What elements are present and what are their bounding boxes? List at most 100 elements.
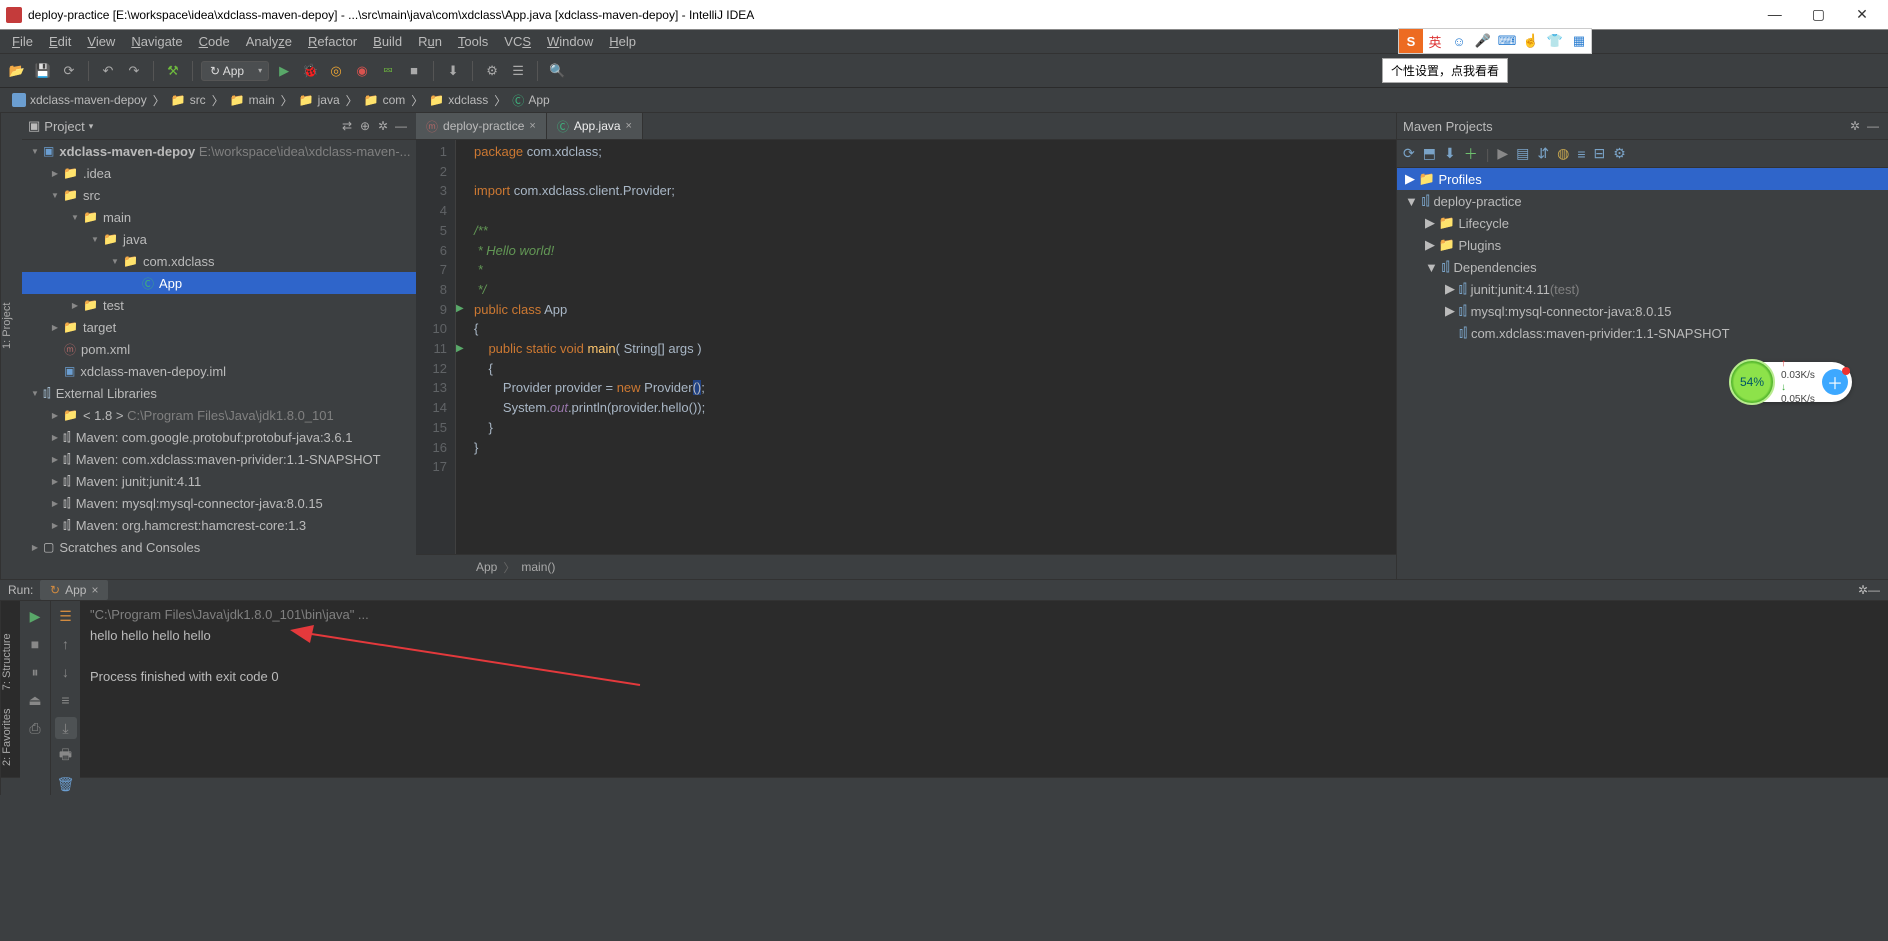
debug-icon[interactable]: 🐞 [299,60,321,82]
ime-hand-icon[interactable]: ☝ [1519,29,1543,53]
run-tab[interactable]: ↻ App × [40,580,108,600]
ime-grid-icon[interactable]: ▦ [1567,29,1591,53]
ime-keyboard-icon[interactable]: ⌨ [1495,29,1519,53]
crumb-com[interactable]: 📁com [358,93,412,107]
ime-lang[interactable]: 英 [1423,29,1447,53]
close-button[interactable]: ✕ [1842,6,1882,23]
pause-icon[interactable]: ⏸ [24,661,46,683]
save-icon[interactable]: 💾 [32,60,54,82]
hide-icon[interactable]: — [1864,117,1882,135]
crumb-src[interactable]: 📁src [165,93,212,107]
tree-m5[interactable]: ▶⫾⫿Maven: org.hamcrest:hamcrest-core:1.3 [22,514,416,536]
close-icon[interactable]: × [529,120,535,132]
code-text[interactable]: package com.xdclass; import com.xdclass.… [456,140,1396,554]
target-icon[interactable]: ⊕ [356,117,374,135]
sdk-icon[interactable]: ☰ [507,60,529,82]
menu-file[interactable]: File [4,34,41,49]
project-tree[interactable]: ▼▣xdclass-maven-depoy E:\workspace\idea\… [22,140,416,579]
tree-iml[interactable]: ▣xdclass-maven-depoy.iml [22,360,416,382]
project-panel-title[interactable]: Project [44,119,84,134]
left-gutter-structure[interactable]: 2: Favorites 7: Structure [0,601,20,795]
crumb-method[interactable]: main() [521,560,555,574]
tree-jdk[interactable]: ▶📁< 1.8 > C:\Program Files\Java\jdk1.8.0… [22,404,416,426]
menu-edit[interactable]: Edit [41,34,79,49]
menu-refactor[interactable]: Refactor [300,34,365,49]
tree-pom[interactable]: ⓜpom.xml [22,338,416,360]
minimize-button[interactable]: — [1755,6,1795,22]
left-gutter-project[interactable]: 1: Project [0,113,22,579]
tree-src[interactable]: ▼📁src [22,184,416,206]
down-arrow-icon[interactable]: ↓ [55,661,77,683]
print-icon[interactable]: 🖶 [55,745,77,767]
profile-icon[interactable]: ◉ [351,60,373,82]
tree-idea[interactable]: ▶📁.idea [22,162,416,184]
tree-scratches[interactable]: ▶▢Scratches and Consoles [22,536,416,558]
close-icon[interactable]: × [91,583,98,597]
tab-app-java[interactable]: ⒸApp.java× [547,113,643,139]
ime-widget[interactable]: S 英 ☺ 🎤 ⌨ ☝ 👕 ▦ [1398,28,1592,54]
ime-face-icon[interactable]: ☺ [1447,29,1471,53]
stop-icon[interactable]: ■ [403,60,425,82]
mvn-d2[interactable]: ▶ ⫾⫿ mysql:mysql-connector-java:8.0.15 [1397,300,1888,322]
generate-icon[interactable]: ⬒ [1423,145,1436,162]
exit-icon[interactable]: ⏏ [24,689,46,711]
gear-icon[interactable]: ✲ [1846,117,1864,135]
run-config-selector[interactable]: ↻ App [201,61,269,81]
up-icon[interactable]: ☰ [55,605,77,627]
menu-vcs[interactable]: VCS [496,34,539,49]
collapse-icon[interactable]: ⇄ [338,117,356,135]
tree-pkg[interactable]: ▼📁com.xdclass [22,250,416,272]
maximize-button[interactable]: ▢ [1798,6,1838,23]
mvn-deps[interactable]: ▼ ⫾⫿ Dependencies [1397,256,1888,278]
redo-icon[interactable]: ↷ [123,60,145,82]
attach-icon[interactable]: ⮹ [377,60,399,82]
close-icon[interactable]: × [626,120,632,132]
search-icon[interactable]: 🔍 [546,60,568,82]
run-icon[interactable]: ▶ [1497,145,1508,162]
menu-code[interactable]: Code [191,34,238,49]
mvn-d1[interactable]: ▶ ⫾⫿ junit:junit:4.11 (test) [1397,278,1888,300]
gauge-add-button[interactable]: ＋ [1822,369,1848,395]
hide-icon[interactable]: — [1868,583,1880,597]
clear-icon[interactable]: 🗑 [55,773,77,795]
structure-icon[interactable]: ⚙ [481,60,503,82]
gear-icon[interactable]: ✲ [1858,583,1868,597]
crumb-class[interactable]: App [476,560,497,574]
hide-icon[interactable]: — [392,117,410,135]
tree-ext-libs[interactable]: ▼⫾⫿External Libraries [22,382,416,404]
menu-build[interactable]: Build [365,34,410,49]
tree-m2[interactable]: ▶⫾⫿Maven: com.xdclass:maven-privider:1.1… [22,448,416,470]
tree-m4[interactable]: ▶⫾⫿Maven: mysql:mysql-connector-java:8.0… [22,492,416,514]
menu-analyze[interactable]: Analyze [238,34,300,49]
network-gauge-widget[interactable]: 54% ↑ 0.03K/s ↓ 0.05K/s ＋ [1732,362,1852,402]
build-icon[interactable]: ⚒ [162,60,184,82]
coverage-icon[interactable]: ◎ [325,60,347,82]
download-icon[interactable]: ⬇ [1444,145,1456,162]
add-icon[interactable]: ＋ [1464,144,1478,164]
tree-app[interactable]: ⒸApp [22,272,416,294]
tree-m1[interactable]: ▶⫾⫿Maven: com.google.protobuf:protobuf-j… [22,426,416,448]
skip-tests-icon[interactable]: ◍ [1557,145,1569,162]
mvn-profiles[interactable]: ▶ 📁 Profiles [1397,168,1888,190]
crumb-xdclass[interactable]: 📁xdclass [423,93,494,107]
show-deps-icon[interactable]: ≡ [1577,146,1585,162]
tree-test[interactable]: ▶📁test [22,294,416,316]
mvn-lifecycle[interactable]: ▶ 📁 Lifecycle [1397,212,1888,234]
collapse-icon[interactable]: ⊟ [1593,145,1605,162]
up-arrow-icon[interactable]: ↑ [55,633,77,655]
code-editor[interactable]: 1234567891011121314151617 ▶ ▶ package co… [416,140,1396,554]
rerun-icon[interactable]: ▶ [24,605,46,627]
crumb-main[interactable]: 📁main [224,93,281,107]
menu-view[interactable]: View [79,34,123,49]
menu-tools[interactable]: Tools [450,34,496,49]
console-output[interactable]: "C:\Program Files\Java\jdk1.8.0_101\bin\… [80,601,1888,795]
menu-help[interactable]: Help [601,34,644,49]
ime-shirt-icon[interactable]: 👕 [1543,29,1567,53]
crumb-project[interactable]: xdclass-maven-depoy [6,93,153,107]
vcs-icon[interactable]: ⬇ [442,60,464,82]
menu-run[interactable]: Run [410,34,450,49]
dump-icon[interactable]: ⎙ [24,717,46,739]
sync-icon[interactable]: ⟳ [58,60,80,82]
reimport-icon[interactable]: ⟳ [1403,145,1415,162]
menu-navigate[interactable]: Navigate [123,34,190,49]
